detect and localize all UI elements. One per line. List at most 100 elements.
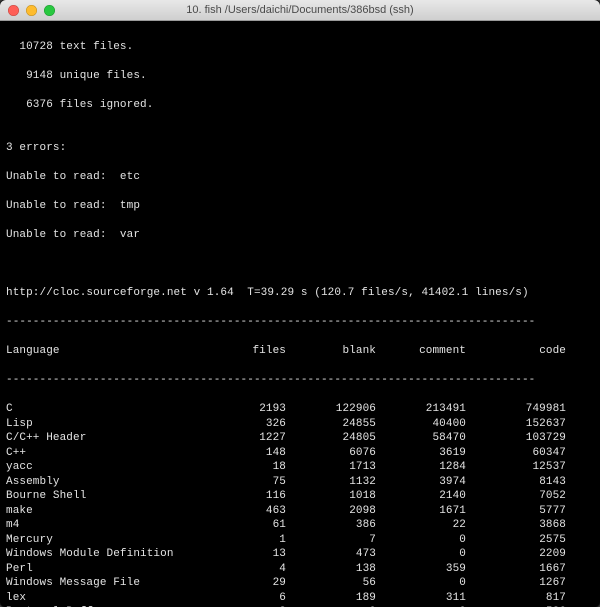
cell-files: 61 [196, 518, 286, 533]
cell-blank: 1132 [286, 475, 376, 490]
table-row: make463209816715777 [6, 504, 594, 519]
cell-blank: 138 [286, 562, 376, 577]
cell-blank: 6076 [286, 446, 376, 461]
cell-comment: 3619 [376, 446, 466, 461]
cell-files: 29 [196, 576, 286, 591]
cloc-meta-line: http://cloc.sourceforge.net v 1.64 T=39.… [6, 286, 594, 301]
output-line: 9148 unique files. [6, 69, 594, 84]
cell-code: 152637 [466, 417, 566, 432]
cell-blank: 24805 [286, 431, 376, 446]
cell-blank: 473 [286, 547, 376, 562]
cell-files: 6 [196, 591, 286, 606]
table-row: Windows Module Definition1347302209 [6, 547, 594, 562]
cell-language: lex [6, 591, 196, 606]
cell-comment: 0 [376, 533, 466, 548]
zoom-icon[interactable] [44, 5, 55, 16]
cell-files: 326 [196, 417, 286, 432]
output-line: Unable to read: tmp [6, 199, 594, 214]
table-row: Perl41383591667 [6, 562, 594, 577]
table-row: yacc181713128412537 [6, 460, 594, 475]
traffic-lights [0, 5, 55, 16]
close-icon[interactable] [8, 5, 19, 16]
cell-language: Perl [6, 562, 196, 577]
cell-blank: 386 [286, 518, 376, 533]
output-line: 10728 text files. [6, 40, 594, 55]
cell-files: 116 [196, 489, 286, 504]
cell-blank: 24855 [286, 417, 376, 432]
cell-files: 148 [196, 446, 286, 461]
cell-comment: 213491 [376, 402, 466, 417]
table-body: C2193122906213491749981Lisp3262485540400… [6, 402, 594, 607]
cell-comment: 359 [376, 562, 466, 577]
terminal-viewport[interactable]: 10728 text files. 9148 unique files. 637… [0, 21, 600, 607]
cell-language: yacc [6, 460, 196, 475]
col-blank: blank [286, 344, 376, 359]
cell-comment: 40400 [376, 417, 466, 432]
cell-files: 75 [196, 475, 286, 490]
cell-language: C/C++ Header [6, 431, 196, 446]
cell-blank: 189 [286, 591, 376, 606]
output-line [6, 257, 594, 272]
cell-files: 2193 [196, 402, 286, 417]
minimize-icon[interactable] [26, 5, 37, 16]
cell-files: 1227 [196, 431, 286, 446]
cell-language: Windows Message File [6, 576, 196, 591]
terminal-window: 10. fish /Users/daichi/Documents/386bsd … [0, 0, 600, 607]
cell-code: 60347 [466, 446, 566, 461]
cell-comment: 0 [376, 547, 466, 562]
cell-files: 1 [196, 533, 286, 548]
table-row: Mercury1702575 [6, 533, 594, 548]
cell-code: 749981 [466, 402, 566, 417]
col-code: code [466, 344, 566, 359]
cell-language: m4 [6, 518, 196, 533]
output-line: Unable to read: etc [6, 170, 594, 185]
cell-files: 13 [196, 547, 286, 562]
cell-blank: 56 [286, 576, 376, 591]
cell-code: 2209 [466, 547, 566, 562]
cell-blank: 122906 [286, 402, 376, 417]
cell-comment: 3974 [376, 475, 466, 490]
table-row: lex6189311817 [6, 591, 594, 606]
cell-comment: 311 [376, 591, 466, 606]
cell-files: 18 [196, 460, 286, 475]
cell-language: Bourne Shell [6, 489, 196, 504]
cell-code: 12537 [466, 460, 566, 475]
output-line: Unable to read: var [6, 228, 594, 243]
cell-language: make [6, 504, 196, 519]
cell-code: 103729 [466, 431, 566, 446]
cell-language: C [6, 402, 196, 417]
cell-files: 4 [196, 562, 286, 577]
cell-language: Assembly [6, 475, 196, 490]
table-row: C/C++ Header12272480558470103729 [6, 431, 594, 446]
output-line: 3 errors: [6, 141, 594, 156]
divider: ----------------------------------------… [6, 373, 594, 388]
cell-comment: 58470 [376, 431, 466, 446]
cell-blank: 2098 [286, 504, 376, 519]
cell-code: 817 [466, 591, 566, 606]
cell-comment: 22 [376, 518, 466, 533]
cell-files: 463 [196, 504, 286, 519]
cell-code: 5777 [466, 504, 566, 519]
cell-language: C++ [6, 446, 196, 461]
window-title: 10. fish /Users/daichi/Documents/386bsd … [0, 4, 600, 16]
col-files: files [196, 344, 286, 359]
table-header: Language files blank comment code [6, 344, 594, 359]
cell-code: 7052 [466, 489, 566, 504]
table-row: Bourne Shell116101821407052 [6, 489, 594, 504]
cell-comment: 2140 [376, 489, 466, 504]
table-row: C2193122906213491749981 [6, 402, 594, 417]
col-language: Language [6, 344, 196, 359]
cell-code: 3868 [466, 518, 566, 533]
cell-blank: 1713 [286, 460, 376, 475]
cell-language: Lisp [6, 417, 196, 432]
divider: ----------------------------------------… [6, 315, 594, 330]
titlebar[interactable]: 10. fish /Users/daichi/Documents/386bsd … [0, 0, 600, 21]
table-row: m461386223868 [6, 518, 594, 533]
cell-language: Mercury [6, 533, 196, 548]
cell-comment: 1284 [376, 460, 466, 475]
table-row: Windows Message File295601267 [6, 576, 594, 591]
table-row: C++1486076361960347 [6, 446, 594, 461]
cell-language: Windows Module Definition [6, 547, 196, 562]
table-row: Lisp3262485540400152637 [6, 417, 594, 432]
output-line: 6376 files ignored. [6, 98, 594, 113]
